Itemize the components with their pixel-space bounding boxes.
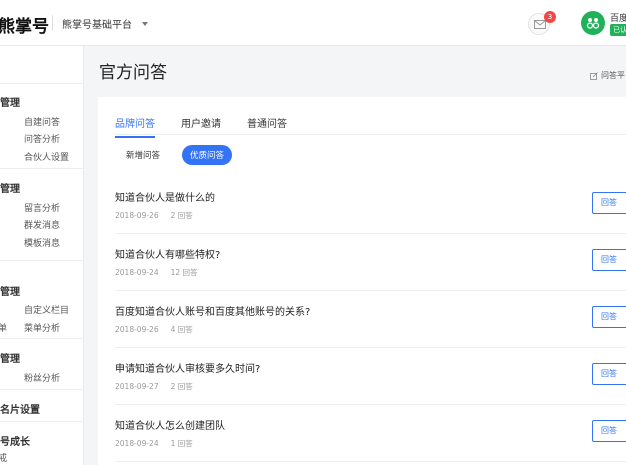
question-title[interactable]: 知道合伙人怎么创建团队 xyxy=(115,417,225,432)
question-list: 知道合伙人是做什么的 2018-09-26 2 回答 回答 知道合伙人有哪些特权?… xyxy=(115,177,626,462)
question-meta: 2018-09-26 4 回答 xyxy=(115,324,205,335)
question-title[interactable]: 百度知道合伙人账号和百度其他账号的关系? xyxy=(115,303,310,318)
user-name[interactable]: 百度 xyxy=(610,11,626,24)
sidebar-item-template-message[interactable]: 模板消息 xyxy=(24,236,60,249)
question-date: 2018-09-24 xyxy=(115,439,159,448)
tabs-divider xyxy=(115,134,626,135)
question-meta: 2018-09-26 2 回答 xyxy=(115,210,205,221)
divider xyxy=(52,15,53,31)
question-title[interactable]: 知道合伙人是做什么的 xyxy=(115,189,215,204)
answer-count: 12 回答 xyxy=(170,268,198,277)
platform-switch-label: 熊掌号基础平台 xyxy=(62,20,132,31)
qa-card: 品牌问答 用户邀请 普通问答 新增问答 优质问答 知道合伙人是做什么的 2018… xyxy=(98,97,626,465)
question-date: 2018-09-26 xyxy=(115,211,159,220)
list-item: 知道合伙人怎么创建团队 2018-09-24 1 回答 回答 xyxy=(115,405,626,462)
sidebar-item-mass-message[interactable]: 群发消息 xyxy=(24,218,60,231)
subtab-new-qa[interactable]: 新增问答 xyxy=(118,145,168,165)
sidebar-group-title: 号成长 xyxy=(0,437,30,448)
question-title[interactable]: 申请知道合伙人审核要多久时间? xyxy=(115,360,260,375)
question-meta: 2018-09-24 1 回答 xyxy=(115,438,205,449)
mail-icon xyxy=(534,20,546,29)
question-date: 2018-09-26 xyxy=(115,325,159,334)
sidebar-group-title: 管理 xyxy=(0,98,20,109)
mail-count-badge: 3 xyxy=(544,11,556,23)
subtab-quality-qa[interactable]: 优质问答 xyxy=(182,145,233,165)
sidebar-item-qa-build[interactable]: 自建问答 xyxy=(24,115,60,128)
sidebar-edge-label: 单 xyxy=(0,324,8,334)
sidebar-divider xyxy=(0,421,84,422)
page-title: 官方问答 xyxy=(99,63,167,83)
qa-platform-link[interactable]: 问答平 xyxy=(590,70,625,81)
sidebar: 管理 自建问答 问答分析 合伙人设置 管理 留言分析 群发消息 模板消息 管理 … xyxy=(0,46,84,465)
reply-button[interactable]: 回答 xyxy=(592,420,626,442)
sidebar-item-comment-analysis[interactable]: 留言分析 xyxy=(24,201,60,214)
answer-count: 2 回答 xyxy=(170,382,193,391)
answer-count: 2 回答 xyxy=(170,211,193,220)
reply-button[interactable]: 回答 xyxy=(592,249,626,271)
sidebar-item-qa-analysis[interactable]: 问答分析 xyxy=(24,132,60,145)
answer-count: 1 回答 xyxy=(170,439,193,448)
question-title[interactable]: 知道合伙人有哪些特权? xyxy=(115,246,220,261)
logo[interactable]: 熊掌号 xyxy=(0,12,49,37)
list-item: 申请知道合伙人审核要多久时间? 2018-09-27 2 回答 回答 xyxy=(115,348,626,405)
sidebar-divider xyxy=(0,260,84,261)
edit-icon xyxy=(590,71,598,80)
answer-count: 4 回答 xyxy=(170,325,193,334)
question-meta: 2018-09-24 12 回答 xyxy=(115,267,210,278)
list-item: 知道合伙人是做什么的 2018-09-26 2 回答 回答 xyxy=(115,177,626,234)
sidebar-divider xyxy=(0,389,84,390)
qa-platform-link-label: 问答平 xyxy=(601,71,625,80)
qa-subtabs: 新增问答 优质问答 xyxy=(118,145,233,165)
verified-badge: 已认 xyxy=(610,24,626,36)
list-item: 知道合伙人有哪些特权? 2018-09-24 12 回答 回答 xyxy=(115,234,626,291)
reply-button[interactable]: 回答 xyxy=(592,192,626,214)
sidebar-item-card-settings[interactable]: 名片设置 xyxy=(0,401,40,416)
question-date: 2018-09-24 xyxy=(115,268,159,277)
list-item: 百度知道合伙人账号和百度其他账号的关系? 2018-09-26 4 回答 回答 xyxy=(115,291,626,348)
top-bar: 熊掌号 熊掌号基础平台 3 百度 已认 xyxy=(0,0,626,46)
sidebar-group-title: 管理 xyxy=(0,287,20,298)
bear-paw-icon xyxy=(586,18,600,29)
reply-button[interactable]: 回答 xyxy=(592,306,626,328)
sidebar-item-partner-settings[interactable]: 合伙人设置 xyxy=(24,150,69,163)
sidebar-item-menu-analysis[interactable]: 菜单分析 xyxy=(24,321,60,334)
sidebar-divider xyxy=(0,83,84,84)
sidebar-divider xyxy=(0,168,84,169)
sidebar-item-custom-column[interactable]: 自定义栏目 xyxy=(24,303,69,316)
question-meta: 2018-09-27 2 回答 xyxy=(115,381,205,392)
chevron-down-icon xyxy=(142,21,148,26)
sidebar-edge-label: 戒 xyxy=(0,454,8,464)
question-date: 2018-09-27 xyxy=(115,382,159,391)
sidebar-divider xyxy=(0,338,84,339)
sidebar-group-title: 管理 xyxy=(0,184,20,195)
reply-button[interactable]: 回答 xyxy=(592,363,626,385)
avatar[interactable] xyxy=(581,11,605,35)
sidebar-group-title: 管理 xyxy=(0,354,20,365)
platform-switch[interactable]: 熊掌号基础平台 xyxy=(62,16,148,31)
sidebar-item-fans-analysis[interactable]: 粉丝分析 xyxy=(24,371,60,384)
